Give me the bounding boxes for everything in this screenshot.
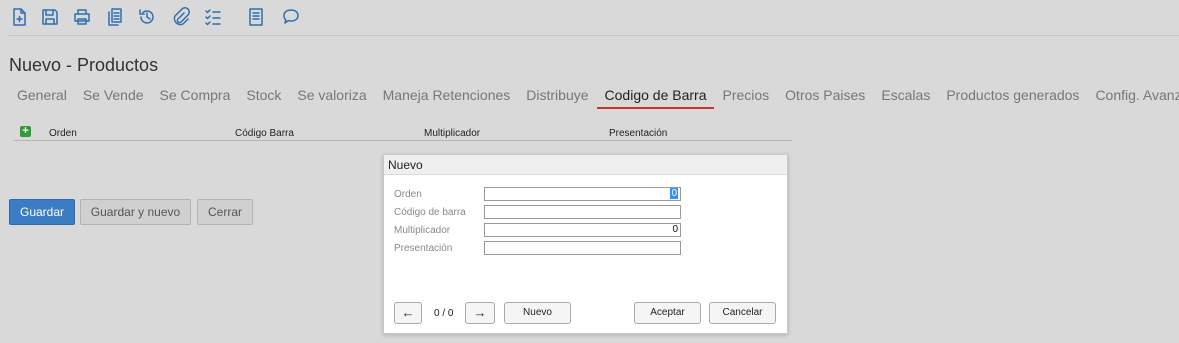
- copy-icon[interactable]: [104, 6, 126, 28]
- report-icon[interactable]: [245, 6, 267, 28]
- checklist-icon[interactable]: [202, 6, 224, 28]
- tab-general[interactable]: General: [9, 84, 75, 109]
- tab-bar: General Se Vende Se Compra Stock Se valo…: [9, 84, 1179, 109]
- barcode-grid-header: + Orden Código Barra Multiplicador Prese…: [14, 125, 792, 141]
- presentacion-label: Presentación: [394, 243, 453, 254]
- attachment-icon[interactable]: [170, 6, 192, 28]
- arrow-right-icon: →: [473, 305, 487, 320]
- toolbar: [0, 0, 1179, 35]
- orden-value: 0: [670, 188, 678, 199]
- column-multiplicador[interactable]: Multiplicador: [424, 128, 480, 139]
- orden-label: Orden: [394, 189, 422, 200]
- comment-icon[interactable]: [280, 6, 302, 28]
- tab-productos-generados[interactable]: Productos generados: [938, 84, 1087, 109]
- codigo-de-barra-input[interactable]: [484, 205, 681, 219]
- tab-codigo-de-barra[interactable]: Codigo de Barra: [596, 84, 715, 109]
- column-presentacion[interactable]: Presentación: [609, 128, 667, 139]
- tab-se-compra[interactable]: Se Compra: [152, 84, 239, 109]
- multiplicador-label: Multiplicador: [394, 225, 451, 236]
- dialog-title: Nuevo: [384, 155, 787, 175]
- save-icon[interactable]: [39, 6, 61, 28]
- tab-stock[interactable]: Stock: [238, 84, 289, 109]
- presentacion-input[interactable]: [484, 241, 681, 255]
- dialog-new-button[interactable]: Nuevo: [504, 302, 571, 324]
- codigo-de-barra-label: Código de barra: [394, 207, 466, 218]
- column-orden[interactable]: Orden: [49, 128, 77, 139]
- orden-input[interactable]: 0: [484, 187, 681, 201]
- history-icon[interactable]: [136, 6, 158, 28]
- column-codigo-barra[interactable]: Código Barra: [235, 128, 294, 139]
- tab-se-vende[interactable]: Se Vende: [75, 84, 152, 109]
- cancel-button[interactable]: Cancelar: [709, 302, 776, 324]
- print-icon[interactable]: [71, 6, 93, 28]
- tab-escalas[interactable]: Escalas: [873, 84, 938, 109]
- tab-config-avanzada[interactable]: Config. Avanzada: [1087, 84, 1179, 109]
- accept-button[interactable]: Aceptar: [634, 302, 701, 324]
- toolbar-divider: [8, 35, 1179, 36]
- save-and-new-button[interactable]: Guardar y nuevo: [80, 199, 191, 225]
- record-pager: 0 / 0: [434, 308, 454, 319]
- tab-otros-paises[interactable]: Otros Paises: [777, 84, 873, 109]
- tab-se-valoriza[interactable]: Se valoriza: [289, 84, 374, 109]
- page-title: Nuevo - Productos: [9, 55, 159, 75]
- tab-maneja-retenciones[interactable]: Maneja Retenciones: [375, 84, 519, 109]
- previous-record-button[interactable]: ←: [394, 302, 422, 324]
- save-button[interactable]: Guardar: [9, 199, 75, 225]
- tab-precios[interactable]: Precios: [714, 84, 777, 109]
- multiplicador-input[interactable]: 0: [484, 223, 681, 237]
- arrow-left-icon: ←: [401, 305, 415, 320]
- add-row-icon[interactable]: +: [20, 126, 31, 137]
- tab-distribuye[interactable]: Distribuye: [518, 84, 596, 109]
- next-record-button[interactable]: →: [465, 302, 495, 324]
- new-barcode-dialog: Nuevo Orden 0 Código de barra Multiplica…: [383, 154, 788, 334]
- close-button[interactable]: Cerrar: [197, 199, 253, 225]
- new-document-icon[interactable]: [8, 6, 30, 28]
